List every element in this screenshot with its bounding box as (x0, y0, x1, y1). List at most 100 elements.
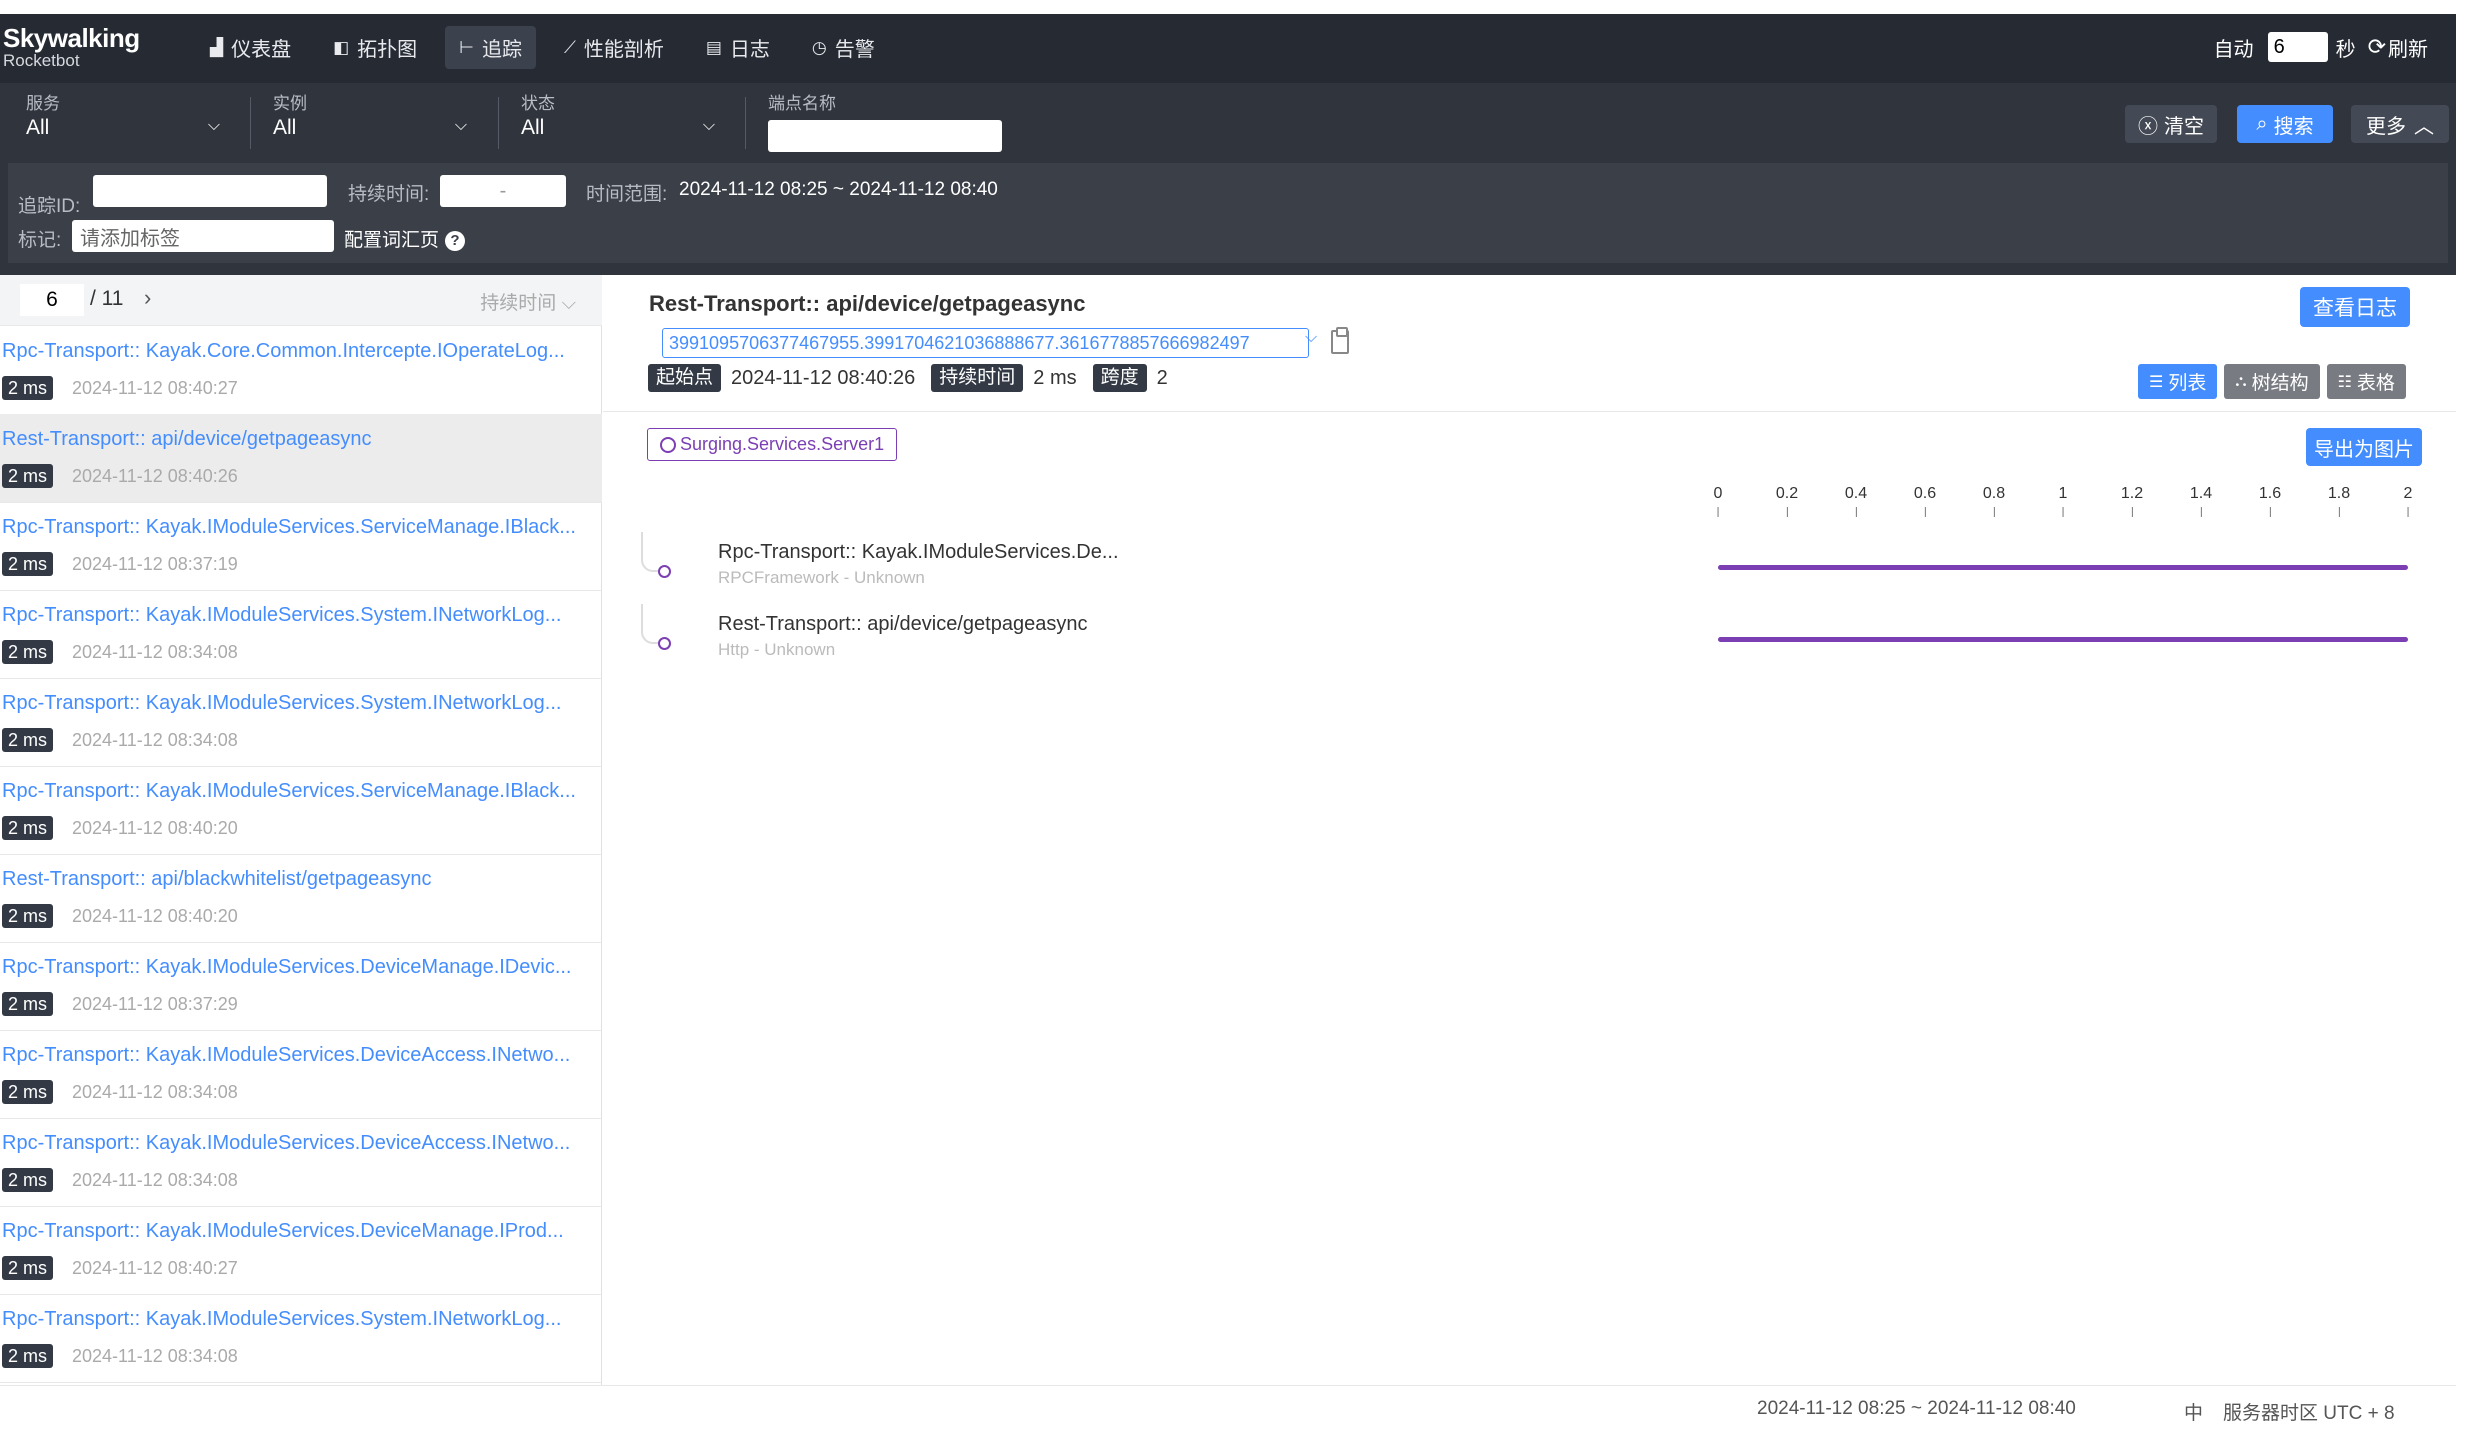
logo: Skywalking Rocketbot (3, 24, 140, 70)
trace-list-item[interactable]: Rpc-Transport:: Kayak.IModuleServices.De… (0, 1030, 602, 1119)
divider (745, 97, 746, 149)
trace-start-time: 2024-11-12 08:37:29 (72, 994, 238, 1014)
status-select-label: 状态 (521, 94, 555, 113)
nav-item-alarm[interactable]: ◷ 告警 (798, 26, 889, 69)
trace-list-item[interactable]: Rest-Transport:: api/device/getpageasync… (0, 414, 602, 503)
trace-list-panel: / 11 › 持续时间 ⌵ Rpc-Transport:: Kayak.Core… (0, 275, 602, 1385)
service-select-label: 服务 (26, 94, 60, 113)
span-node-icon (658, 637, 671, 650)
span-row[interactable]: Rest-Transport:: api/device/getpageasync… (603, 604, 2456, 674)
nav-item-topology[interactable]: ◧ 拓扑图 (319, 26, 431, 69)
trace-list-item[interactable]: Rpc-Transport:: Kayak.IModuleServices.De… (0, 1118, 602, 1207)
axis-tick-label: 0.2 (1775, 485, 1799, 517)
sort-by-duration[interactable]: 持续时间 ⌵ (480, 288, 576, 315)
trace-id-value: 399109570637746795​5.3991704621036888677… (669, 333, 1250, 353)
divider (250, 97, 251, 149)
config-vocabulary-link[interactable]: 配置词汇页? (344, 225, 466, 252)
instance-select-value: All (273, 116, 297, 139)
time-range-value[interactable]: 2024-11-12 08:25 ~ 2024-11-12 08:40 (679, 179, 998, 201)
trace-start-time: 2024-11-12 08:34:08 (72, 1170, 238, 1190)
view-list-button[interactable]: ☰ 列表 (2138, 364, 2218, 399)
chevron-down-icon: ⌵ (1305, 329, 1318, 346)
pagination: / 11 › 持续时间 ⌵ (0, 275, 602, 326)
alarm-icon: ◷ (811, 37, 827, 57)
help-icon[interactable]: ? (445, 230, 466, 251)
nav-item-profile[interactable]: ⟋ 性能剖析 (550, 26, 678, 69)
axis-tick-label: 0.8 (1982, 485, 2006, 517)
nav-item-trace[interactable]: ⊢ 追踪 (445, 26, 536, 69)
more-button[interactable]: 更多 ︿ (2351, 105, 2449, 143)
refresh-button[interactable]: ⟳ 刷新 (2368, 33, 2428, 62)
span-row[interactable]: Rpc-Transport:: Kayak.IModuleServices.De… (603, 532, 2456, 602)
instance-select[interactable]: 实例 All ⌵ (273, 93, 467, 141)
view-logs-button[interactable]: 查看日志 (2300, 287, 2410, 327)
export-image-button[interactable]: 导出为图片 (2306, 428, 2422, 466)
trace-name: Rpc-Transport:: Kayak.IModuleServices.Se… (2, 780, 576, 802)
trace-name: Rpc-Transport:: Kayak.IModuleServices.Sy… (2, 1308, 562, 1330)
trace-start-time: 2024-11-12 08:34:08 (72, 642, 238, 662)
page-total: / 11 (90, 287, 124, 310)
chevron-up-icon: ︿ (2414, 115, 2434, 138)
view-table-label: 表格 (2356, 373, 2395, 394)
axis-tick-label: 0.6 (1913, 485, 1937, 517)
axis-tick-label: 2 (2403, 485, 2413, 517)
view-list-label: 列表 (2168, 373, 2207, 394)
nav-item-log[interactable]: ▤ 日志 (692, 26, 784, 69)
status-select[interactable]: 状态 All ⌵ (521, 93, 715, 141)
trace-list-item[interactable]: Rpc-Transport:: Kayak.IModuleServices.Sy… (0, 1294, 602, 1383)
trace-list-item[interactable]: Rpc-Transport:: Kayak.IModuleServices.Sy… (0, 678, 602, 767)
view-tree-button[interactable]: ⛬ 树结构 (2224, 364, 2320, 399)
trace-list-item[interactable]: Rpc-Transport:: Kayak.IModuleServices.Sy… (0, 590, 602, 679)
span-layer: RPCFramework - Unknown (718, 568, 925, 587)
top-nav-bar: Skywalking Rocketbot ▟ 仪表盘 ◧ 拓扑图 ⊢ 追踪 ⟋ 性能剖析 ▤ 日志… (0, 14, 2456, 83)
timeline-axis: 0 0.2 0.4 0.6 0.8 1 1.2 1.4 1.6 1.8 2 (1714, 485, 2412, 525)
view-table-button[interactable]: ☷ 表格 (2326, 364, 2406, 399)
trace-start-time: 2024-11-12 08:37:19 (72, 554, 238, 574)
clear-button[interactable]: ⓧ 清空 (2125, 105, 2217, 143)
chevron-down-icon: ⌵ (207, 117, 220, 134)
service-tag[interactable]: Surging.Services.Server1 (647, 428, 898, 461)
trace-id-select[interactable]: 399109570637746795​5.3991704621036888677… (662, 328, 1309, 358)
copy-clipboard-icon[interactable] (1331, 327, 1349, 354)
tree-icon: ⛬ (2235, 372, 2247, 390)
trace-start-time: 2024-11-12 08:40:26 (72, 466, 238, 486)
endpoint-name-input[interactable] (768, 120, 1002, 152)
tags-input[interactable]: 请添加标签 (72, 220, 334, 252)
span-name: Rpc-Transport:: Kayak.IModuleServices.De… (718, 541, 1119, 563)
trace-list-item[interactable]: Rpc-Transport:: Kayak.IModuleServices.Se… (0, 766, 602, 855)
trace-list-item[interactable]: Rpc-Transport:: Kayak.IModuleServices.Se… (0, 502, 602, 591)
footer-time-range[interactable]: 2024-11-12 08:25 ~ 2024-11-12 08:40 (1757, 1398, 2076, 1420)
axis-tick-label: 1.2 (2120, 485, 2144, 517)
span-layer: Http - Unknown (718, 640, 836, 659)
search-icon: ⌕ (2256, 112, 2268, 135)
nav-item-label: 日志 (729, 39, 770, 61)
duration-placeholder: - (499, 179, 507, 202)
nav-item-dashboard[interactable]: ▟ 仪表盘 (196, 26, 305, 69)
service-select[interactable]: 服务 All ⌵ (26, 93, 220, 141)
log-icon: ▤ (705, 37, 722, 57)
trace-name: Rpc-Transport:: Kayak.IModuleServices.Sy… (2, 692, 562, 714)
trace-name: Rpc-Transport:: Kayak.IModuleServices.Se… (2, 516, 576, 538)
service-select-value: All (26, 116, 50, 139)
main-nav: ▟ 仪表盘 ◧ 拓扑图 ⊢ 追踪 ⟋ 性能剖析 ▤ 日志 ◷ 告警 (196, 26, 903, 69)
duration-badge: 2 ms (2, 552, 54, 576)
trace-id-label: 追踪ID: (18, 196, 81, 217)
nav-item-label: 追踪 (481, 39, 522, 61)
clear-button-label: 清空 (2164, 115, 2204, 138)
trace-name: Rest-Transport:: api/blackwhitelist/getp… (2, 868, 432, 890)
trace-list-item[interactable]: Rpc-Transport:: Kayak.IModuleServices.De… (0, 1206, 602, 1295)
next-page-icon[interactable]: › (144, 285, 151, 311)
language-toggle[interactable]: 中 (2184, 1398, 2203, 1425)
duration-input[interactable]: - (440, 175, 566, 207)
nav-item-label: 仪表盘 (231, 39, 292, 61)
refresh-interval-input[interactable] (2267, 32, 2328, 62)
trace-list-item[interactable]: Rpc-Transport:: Kayak.IModuleServices.De… (0, 942, 602, 1031)
trace-id-input[interactable] (93, 175, 327, 207)
page-number-input[interactable] (20, 284, 84, 316)
trace-list-item[interactable]: Rest-Transport:: api/blackwhitelist/getp… (0, 854, 602, 943)
auto-refresh-label: 自动 (2213, 38, 2254, 61)
search-button[interactable]: ⌕ 搜索 (2237, 105, 2333, 143)
trace-list-item[interactable]: Rpc-Transport:: Kayak.Core.Common.Interc… (0, 326, 602, 415)
trace-name: Rpc-Transport:: Kayak.IModuleServices.De… (2, 956, 572, 978)
axis-tick-label: 0 (1713, 485, 1723, 517)
